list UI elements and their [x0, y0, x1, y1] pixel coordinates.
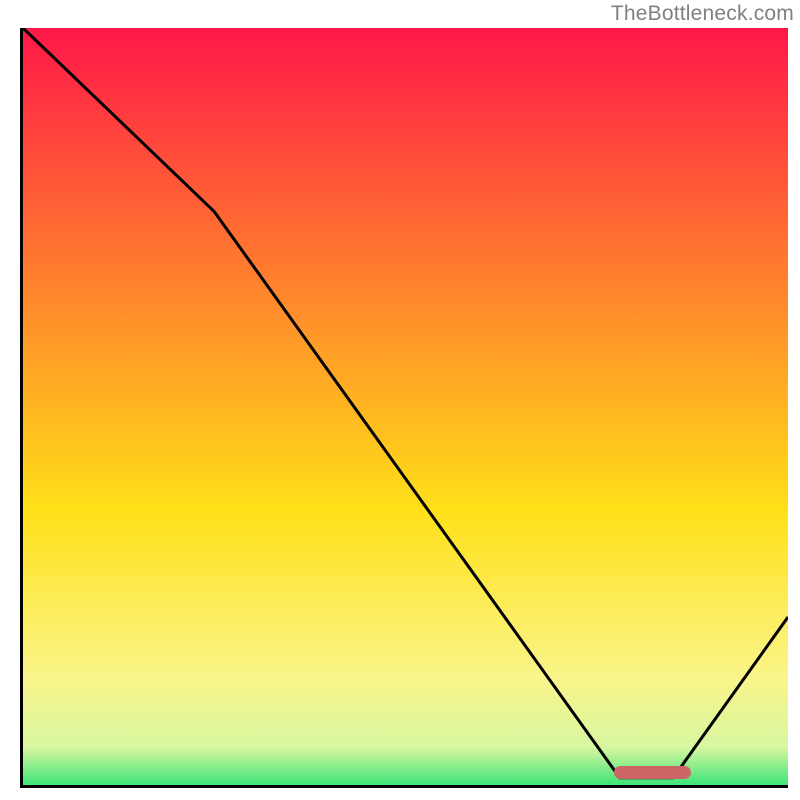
optimal-range-marker	[614, 766, 691, 779]
plot-area	[20, 28, 788, 788]
chart-container: TheBottleneck.com	[0, 0, 800, 800]
attribution-label: TheBottleneck.com	[611, 2, 794, 26]
bottleneck-curve	[23, 28, 788, 788]
